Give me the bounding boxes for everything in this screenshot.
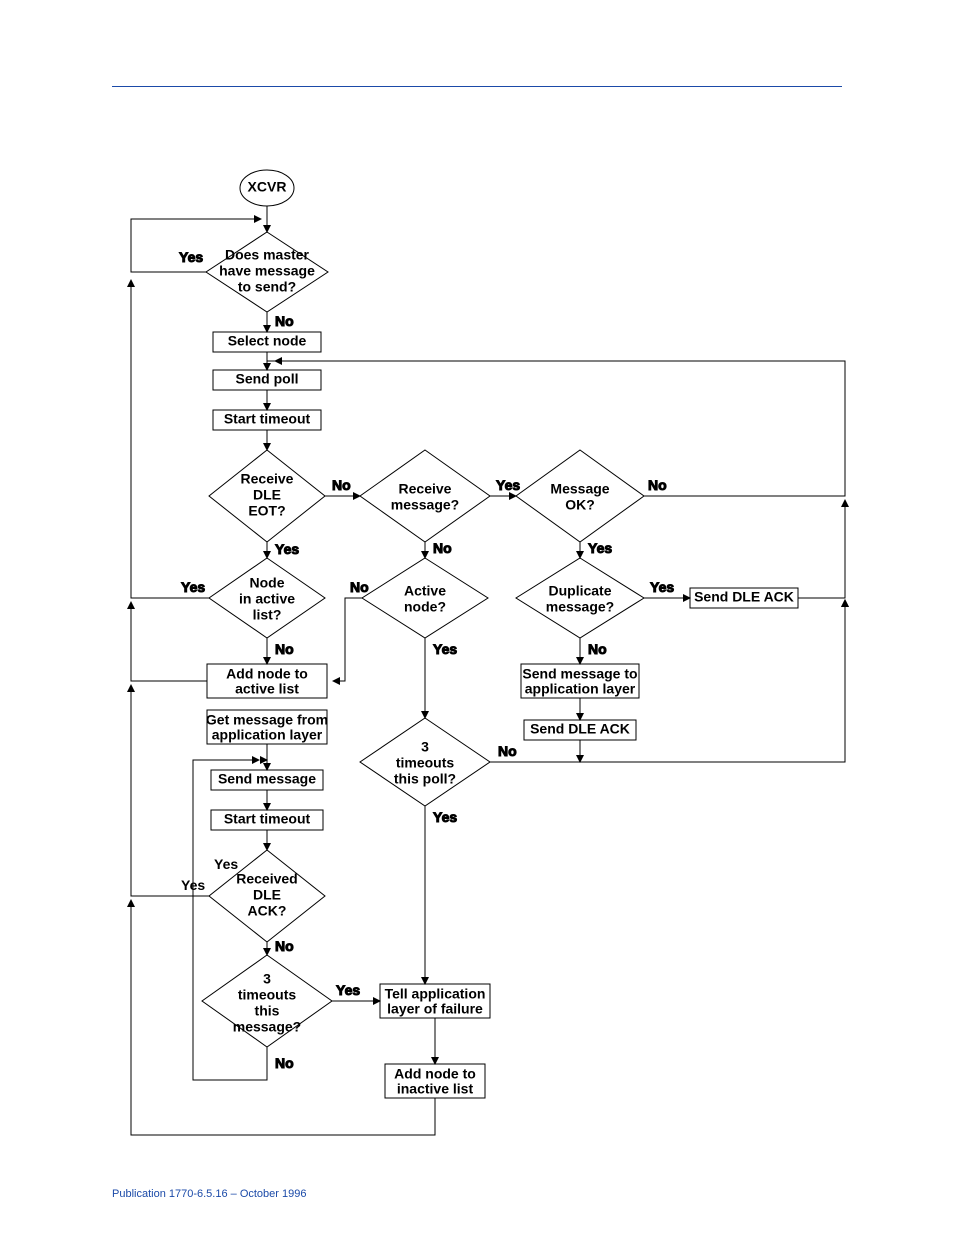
start-xcvr: XCVR bbox=[240, 170, 294, 206]
p-send-poll: Send poll bbox=[213, 370, 321, 390]
svg-text:Duplicate: Duplicate bbox=[548, 583, 611, 599]
svg-text:No: No bbox=[275, 313, 294, 329]
p-send-message: Send message bbox=[211, 770, 323, 790]
svg-text:application layer: application layer bbox=[525, 681, 636, 697]
svg-text:EOT?: EOT? bbox=[248, 503, 285, 519]
svg-text:Select node: Select node bbox=[228, 333, 307, 349]
svg-text:Send poll: Send poll bbox=[236, 371, 299, 387]
p-add-node-active: Add node to active list bbox=[207, 664, 327, 698]
svg-text:Yes: Yes bbox=[214, 856, 238, 872]
svg-text:No: No bbox=[433, 540, 452, 556]
p-send-dle-ack-top: Send DLE ACK bbox=[690, 588, 798, 608]
d-recv-msg: Receive message? bbox=[360, 450, 490, 542]
p-send-msg-app: Send message to application layer bbox=[521, 664, 639, 698]
svg-text:Node: Node bbox=[250, 575, 285, 591]
svg-text:Start timeout: Start timeout bbox=[224, 411, 311, 427]
flowchart: XCVR Does master have message to send? S… bbox=[0, 0, 954, 1235]
svg-text:No: No bbox=[275, 938, 294, 954]
svg-text:timeouts: timeouts bbox=[238, 987, 297, 1003]
svg-text:No: No bbox=[275, 1055, 294, 1071]
svg-text:Received: Received bbox=[236, 871, 297, 887]
svg-text:OK?: OK? bbox=[565, 497, 595, 513]
svg-text:Yes: Yes bbox=[275, 541, 299, 557]
svg-text:message?: message? bbox=[546, 599, 614, 615]
svg-text:ACK?: ACK? bbox=[248, 903, 287, 919]
svg-text:No: No bbox=[275, 641, 294, 657]
svg-text:Active: Active bbox=[404, 583, 446, 599]
svg-text:Receive: Receive bbox=[241, 471, 294, 487]
svg-text:application layer: application layer bbox=[212, 727, 323, 743]
svg-text:Does master: Does master bbox=[225, 247, 310, 263]
svg-text:Send message to: Send message to bbox=[522, 666, 637, 682]
p-start-timeout-1: Start timeout bbox=[213, 410, 321, 430]
p-select-node: Select node bbox=[213, 332, 321, 352]
svg-text:Send DLE ACK: Send DLE ACK bbox=[694, 589, 794, 605]
d-recv-dle-eot: Receive DLE EOT? bbox=[209, 450, 325, 542]
svg-text:message?: message? bbox=[391, 497, 459, 513]
svg-text:layer of failure: layer of failure bbox=[387, 1001, 483, 1017]
svg-text:inactive list: inactive list bbox=[397, 1081, 474, 1097]
svg-text:Message: Message bbox=[550, 481, 609, 497]
p-start-timeout-2: Start timeout bbox=[211, 810, 323, 830]
p-tell-fail: Tell application layer of failure bbox=[380, 984, 490, 1018]
svg-text:Yes: Yes bbox=[588, 540, 612, 556]
d-dup-msg: Duplicate message? bbox=[516, 558, 644, 638]
svg-text:Yes: Yes bbox=[336, 982, 360, 998]
svg-text:Start timeout: Start timeout bbox=[224, 811, 311, 827]
d-msg-ok: Message OK? bbox=[516, 450, 644, 542]
svg-text:No: No bbox=[350, 579, 369, 595]
svg-text:Tell application: Tell application bbox=[385, 986, 486, 1002]
svg-text:3: 3 bbox=[263, 971, 271, 987]
svg-text:Yes: Yes bbox=[496, 477, 520, 493]
svg-text:Add node to: Add node to bbox=[394, 1066, 476, 1082]
svg-text:this: this bbox=[255, 1003, 280, 1019]
svg-text:Send DLE ACK: Send DLE ACK bbox=[530, 721, 630, 737]
svg-text:list?: list? bbox=[253, 607, 282, 623]
svg-text:DLE: DLE bbox=[253, 487, 281, 503]
svg-text:node?: node? bbox=[404, 599, 446, 615]
d-3-timeouts-msg: 3 timeouts this message? bbox=[202, 955, 332, 1047]
footer-publication: Publication 1770-6.5.16 – October 1996 bbox=[112, 1188, 306, 1200]
svg-text:Receive: Receive bbox=[399, 481, 452, 497]
svg-text:Add node to: Add node to bbox=[226, 666, 308, 682]
svg-text:this poll?: this poll? bbox=[394, 771, 456, 787]
svg-text:Yes: Yes bbox=[181, 579, 205, 595]
p-add-node-inactive: Add node to inactive list bbox=[385, 1064, 485, 1098]
svg-text:active list: active list bbox=[235, 681, 299, 697]
svg-text:No: No bbox=[498, 743, 517, 759]
svg-text:Yes: Yes bbox=[179, 249, 203, 265]
d-node-in-active: Node in active list? bbox=[209, 558, 325, 638]
svg-text:Yes: Yes bbox=[433, 809, 457, 825]
svg-text:No: No bbox=[588, 641, 607, 657]
d-active-node: Active node? bbox=[362, 558, 488, 638]
d-msg-to-send: Does master have message to send? bbox=[206, 232, 328, 312]
svg-text:3: 3 bbox=[421, 739, 429, 755]
svg-text:have message: have message bbox=[219, 263, 315, 279]
svg-text:message?: message? bbox=[233, 1019, 301, 1035]
svg-text:No: No bbox=[332, 477, 351, 493]
svg-text:Yes: Yes bbox=[433, 641, 457, 657]
svg-text:timeouts: timeouts bbox=[396, 755, 455, 771]
svg-text:Send message: Send message bbox=[218, 771, 316, 787]
svg-text:to send?: to send? bbox=[238, 279, 296, 295]
svg-text:Get message from: Get message from bbox=[206, 712, 328, 728]
svg-text:No: No bbox=[648, 477, 667, 493]
svg-text:in active: in active bbox=[239, 591, 295, 607]
svg-text:Yes: Yes bbox=[650, 579, 674, 595]
d-3-timeouts-poll: 3 timeouts this poll? bbox=[360, 718, 490, 806]
svg-text:DLE: DLE bbox=[253, 887, 281, 903]
start-label: XCVR bbox=[248, 179, 287, 195]
p-send-dle-ack-bottom: Send DLE ACK bbox=[524, 720, 636, 740]
p-get-msg-app: Get message from application layer bbox=[206, 710, 328, 744]
